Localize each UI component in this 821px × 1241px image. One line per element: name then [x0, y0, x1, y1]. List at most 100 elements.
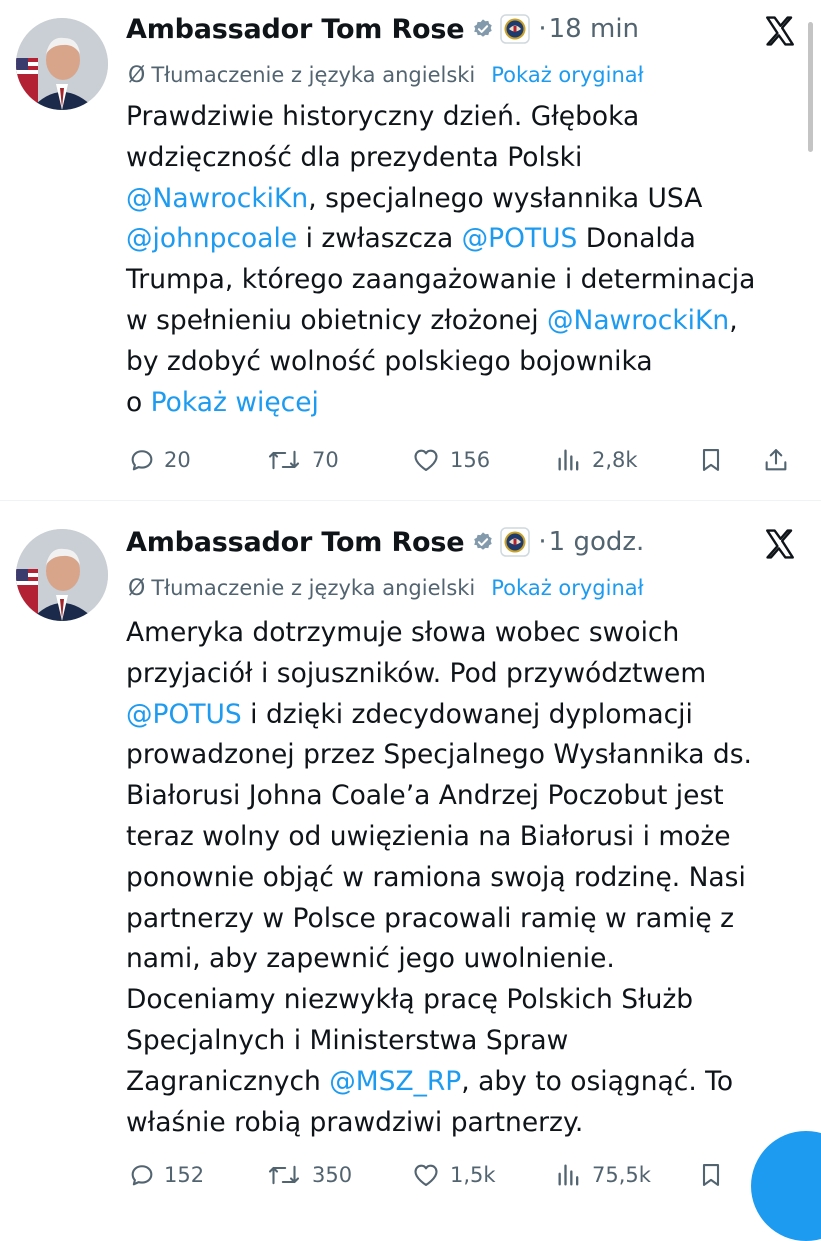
text-segment: Specjalnych i Ministerstwa Spraw	[126, 1024, 569, 1056]
views-button[interactable]: 2,8k	[554, 440, 638, 480]
repost-button[interactable]: 70	[264, 440, 339, 480]
text-segment: przyjaciół i sojuszników. Pod przywództw…	[126, 657, 707, 689]
tweet-header: Ambassador Tom Rose · 18 min	[126, 9, 639, 49]
text-segment: nami, aby zapewnić jego uwolnienie.	[126, 943, 615, 975]
tweet-text-line: o Pokaż więcej	[126, 383, 806, 424]
repost-count: 350	[312, 1163, 353, 1187]
tweet-text: Prawdziwie historyczny dzień. Głęboka wdz…	[126, 97, 806, 423]
repost-button[interactable]: 350	[264, 1155, 352, 1195]
mention-link[interactable]: @johnpcoale	[126, 223, 297, 254]
text-segment: Prawdziwie historyczny dzień. Głęboka	[126, 101, 640, 132]
share-icon	[765, 449, 787, 471]
tweet-text-line: Prawdziwie historyczny dzień. Głęboka	[126, 97, 806, 138]
views-count: 2,8k	[592, 448, 638, 472]
text-segment: partnerzy w Polsce pracowali ramię w ram…	[126, 902, 735, 934]
bookmark-icon	[702, 449, 720, 471]
compose-button[interactable]	[751, 1131, 821, 1241]
timestamp[interactable]: 18 min	[549, 14, 639, 44]
tweet-text-line: Trumpa, którego zaangażowanie i determin…	[126, 260, 806, 301]
text-segment: ponownie objąć w ramiona swoją rodzinę. …	[126, 861, 746, 893]
reply-count: 152	[164, 1163, 205, 1187]
translation-notice: Ø Tłumaczenie z języka angielski Pokaż o…	[128, 573, 644, 603]
tweet-text-line: Specjalnych i Ministerstwa Spraw	[126, 1021, 806, 1062]
share-button[interactable]	[762, 440, 798, 480]
tweet-text-line: @johnpcoale i zwłaszcza @POTUS Donalda	[126, 219, 806, 260]
state-department-seal-icon	[500, 527, 531, 557]
views-count: 75,5k	[592, 1163, 651, 1187]
translation-label: Tłumaczenie z języka angielski	[151, 63, 476, 87]
like-button[interactable]: 1,5k	[410, 1155, 496, 1195]
tweet-text-line: w spełnieniu obietnicy złożonej @Nawrock…	[126, 301, 806, 342]
verified-badge-icon	[474, 532, 493, 550]
mention-link[interactable]: @NawrockiKn	[547, 305, 729, 336]
tweet-text-line: Białorusi Johna Coale’a Andrzej Poczobut…	[126, 776, 806, 817]
like-icon	[414, 449, 438, 471]
text-segment: Trumpa, którego zaangażowanie i determin…	[126, 264, 756, 296]
text-segment: w spełnieniu obietnicy złożonej	[126, 304, 547, 336]
verified-badge-icon	[474, 19, 493, 37]
text-segment: właśnie robią prawdziwi partnerzy.	[126, 1106, 584, 1138]
avatar[interactable]	[16, 529, 108, 621]
text-segment: teraz wolny od uwięzienia na Białorusi i…	[126, 820, 731, 852]
repost-icon	[268, 1165, 300, 1185]
tweet-text-line: Ameryka dotrzymuje słowa wobec swoich	[126, 613, 806, 654]
translate-icon: Ø	[128, 62, 146, 88]
mention-link[interactable]: @POTUS	[126, 699, 242, 730]
tweet-actions: 20 70 156 2,8k	[0, 440, 821, 480]
tweet-text-line: ponownie objąć w ramiona swoją rodzinę. …	[126, 858, 806, 899]
author-name[interactable]: Ambassador Tom Rose	[126, 527, 465, 558]
tweet-text-line: Zagranicznych @MSZ_RP, aby to osiągnąć. …	[126, 1062, 806, 1103]
tweet-text-line: @POTUS i dzięki zdecydowanej dyplomacji	[126, 695, 806, 736]
tweet[interactable]: Ambassador Tom Rose · 1 godz. Ø Tłumacze…	[0, 500, 821, 1241]
text-segment: Białorusi Johna Coale’a Andrzej Poczobut…	[126, 780, 724, 812]
text-segment: i zwłaszcza	[297, 223, 462, 255]
state-department-seal-icon	[500, 14, 531, 44]
bookmark-button[interactable]	[697, 440, 733, 480]
translate-icon: Ø	[128, 575, 146, 601]
bookmark-button[interactable]	[697, 1155, 733, 1195]
mention-link[interactable]: @MSZ_RP	[329, 1066, 461, 1097]
text-segment: Ameryka dotrzymuje słowa wobec swoich	[126, 617, 680, 648]
mention-link[interactable]: @NawrockiKn	[126, 183, 308, 214]
show-original-link[interactable]: Pokaż oryginał	[491, 63, 643, 87]
bookmark-icon	[702, 1164, 720, 1186]
like-count: 156	[450, 448, 491, 472]
separator-dot: ·	[538, 14, 547, 44]
tweet[interactable]: Ambassador Tom Rose · 18 min Ø Tłumaczen…	[0, 0, 821, 500]
mention-link[interactable]: @POTUS	[462, 223, 578, 254]
like-button[interactable]: 156	[410, 440, 490, 480]
text-segment: Doceniamy niezwykłą pracę Polskich Służb	[126, 984, 694, 1016]
views-button[interactable]: 75,5k	[554, 1155, 651, 1195]
translation-notice: Ø Tłumaczenie z języka angielski Pokaż o…	[128, 60, 644, 90]
text-segment: o	[126, 386, 151, 418]
show-more-link[interactable]: Pokaż więcej	[151, 387, 319, 418]
text-segment: prowadzonej przez Specjalnego Wysłannika…	[126, 739, 752, 771]
repost-count: 70	[312, 448, 339, 472]
tweet-text-line: Doceniamy niezwykłą pracę Polskich Służb	[126, 980, 806, 1021]
show-original-link[interactable]: Pokaż oryginał	[491, 576, 643, 600]
tweet-text-line: partnerzy w Polsce pracowali ramię w ram…	[126, 899, 806, 940]
text-segment: Zagranicznych	[126, 1065, 330, 1097]
tweet-text-line: prowadzonej przez Specjalnego Wysłannika…	[126, 735, 806, 776]
text-segment: i dzięki zdecydowanej dyplomacji	[241, 698, 693, 730]
x-logo-icon[interactable]	[763, 527, 797, 561]
repost-icon	[268, 450, 300, 470]
reply-count: 20	[164, 448, 191, 472]
x-logo-icon[interactable]	[763, 14, 797, 48]
tweet-text-line: by zdobyć wolność polskiego bojownika	[126, 342, 806, 383]
views-icon	[558, 449, 579, 471]
tweet-text-line: przyjaciół i sojuszników. Pod przywództw…	[126, 654, 806, 695]
text-segment: wdzięczność dla prezydenta Polski	[126, 141, 583, 173]
timestamp[interactable]: 1 godz.	[549, 527, 645, 557]
tweet-text-line: @NawrockiKn, specjalnego wysłannika USA	[126, 179, 806, 220]
like-icon	[414, 1164, 438, 1186]
author-name[interactable]: Ambassador Tom Rose	[126, 14, 465, 45]
reply-icon	[131, 1165, 153, 1186]
reply-button[interactable]: 20	[128, 440, 191, 480]
text-segment: ,	[729, 304, 738, 336]
scrollbar[interactable]	[808, 22, 813, 152]
tweet-text-line: wdzięczność dla prezydenta Polski	[126, 138, 806, 179]
text-segment: Donalda	[577, 223, 696, 255]
reply-button[interactable]: 152	[128, 1155, 204, 1195]
avatar[interactable]	[16, 18, 108, 110]
